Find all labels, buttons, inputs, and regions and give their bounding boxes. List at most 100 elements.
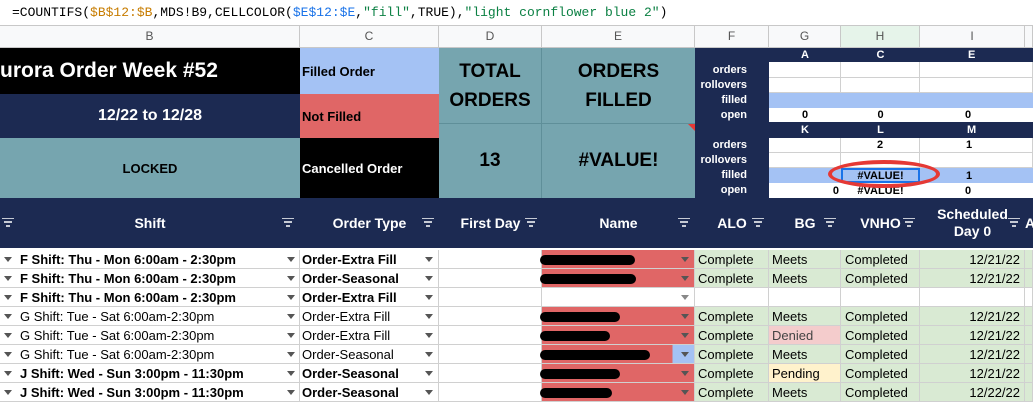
chevron-down-icon[interactable] <box>287 314 295 319</box>
column-header-b[interactable]: B <box>0 26 300 48</box>
chevron-down-icon[interactable] <box>4 390 12 395</box>
column-a-cell[interactable] <box>1025 288 1033 307</box>
bg-cell[interactable] <box>769 288 841 307</box>
alo-cell[interactable]: Complete <box>695 307 769 326</box>
summary-open-m[interactable]: 0 <box>920 183 1033 198</box>
chevron-down-icon[interactable] <box>425 333 433 338</box>
first-day-cell[interactable] <box>439 364 542 383</box>
alo-cell[interactable] <box>695 288 769 307</box>
filter-icon[interactable] <box>903 218 915 227</box>
chevron-down-icon[interactable] <box>287 333 295 338</box>
vnho-cell[interactable]: Completed <box>841 269 920 288</box>
column-a-cell[interactable] <box>1025 345 1033 364</box>
table-header-order-type[interactable]: Order Type <box>300 198 439 248</box>
shift-cell[interactable]: G Shift: Tue - Sat 6:00am-2:30pm <box>0 307 300 326</box>
filter-icon[interactable] <box>824 218 836 227</box>
chevron-down-icon[interactable] <box>287 257 295 262</box>
column-a-cell[interactable] <box>1025 250 1033 269</box>
chevron-down-icon[interactable] <box>425 276 433 281</box>
order-type-cell[interactable]: Order-Extra Fill <box>300 288 439 307</box>
chevron-down-icon[interactable] <box>681 352 689 357</box>
column-a-cell[interactable] <box>1025 326 1033 345</box>
vnho-cell[interactable]: Completed <box>841 326 920 345</box>
column-header-g[interactable]: G <box>769 26 841 48</box>
shift-cell[interactable]: J Shift: Wed - Sun 3:00pm - 11:30pm <box>0 364 300 383</box>
chevron-down-icon[interactable] <box>425 257 433 262</box>
vnho-cell[interactable]: Completed <box>841 250 920 269</box>
bg-cell[interactable]: Meets <box>769 383 841 402</box>
vnho-cell[interactable]: Completed <box>841 364 920 383</box>
table-header-shift[interactable]: Shift <box>0 198 300 248</box>
summary-orders-m[interactable]: 1 <box>920 138 1033 153</box>
chevron-down-icon[interactable] <box>681 333 689 338</box>
vnho-cell[interactable]: Completed <box>841 307 920 326</box>
shift-cell[interactable]: G Shift: Tue - Sat 6:00am-2:30pm <box>0 326 300 345</box>
column-header-i[interactable]: I <box>920 26 1025 48</box>
column-a-cell[interactable] <box>1025 269 1033 288</box>
alo-cell[interactable]: Complete <box>695 250 769 269</box>
summary-open-k[interactable]: 0 <box>769 183 841 198</box>
vnho-cell[interactable]: Completed <box>841 383 920 402</box>
column-header-f[interactable]: F <box>695 26 769 48</box>
chevron-down-icon[interactable] <box>4 352 12 357</box>
column-header-e[interactable]: E <box>542 26 695 48</box>
chevron-down-icon[interactable] <box>681 295 689 300</box>
shift-cell[interactable]: F Shift: Thu - Mon 6:00am - 2:30pm <box>0 269 300 288</box>
filter-icon[interactable] <box>2 218 14 227</box>
vnho-cell[interactable]: Completed <box>841 345 920 364</box>
bg-cell[interactable]: Pending <box>769 364 841 383</box>
chevron-down-icon[interactable] <box>287 295 295 300</box>
alo-cell[interactable]: Complete <box>695 269 769 288</box>
chevron-down-icon[interactable] <box>681 257 689 262</box>
chevron-down-icon[interactable] <box>4 333 12 338</box>
shift-cell[interactable]: F Shift: Thu - Mon 6:00am - 2:30pm <box>0 288 300 307</box>
bg-cell[interactable]: Meets <box>769 307 841 326</box>
chevron-down-icon[interactable] <box>425 352 433 357</box>
name-cell[interactable] <box>542 288 695 307</box>
scheduled-day0-cell[interactable] <box>920 288 1025 307</box>
chevron-down-icon[interactable] <box>425 314 433 319</box>
column-a-cell[interactable] <box>1025 364 1033 383</box>
filter-icon[interactable] <box>678 218 690 227</box>
scheduled-day0-cell[interactable]: 12/21/22 <box>920 269 1025 288</box>
chevron-down-icon[interactable] <box>4 257 12 262</box>
first-day-cell[interactable] <box>439 383 542 402</box>
alo-cell[interactable]: Complete <box>695 345 769 364</box>
filter-icon[interactable] <box>752 218 764 227</box>
column-header-d[interactable]: D <box>439 26 542 48</box>
orders-filled-value[interactable]: #VALUE! <box>542 124 695 198</box>
column-a-cell[interactable] <box>1025 383 1033 402</box>
first-day-cell[interactable] <box>439 269 542 288</box>
chevron-down-icon[interactable] <box>681 314 689 319</box>
first-day-cell[interactable] <box>439 288 542 307</box>
first-day-cell[interactable] <box>439 326 542 345</box>
chevron-down-icon[interactable] <box>287 352 295 357</box>
first-day-cell[interactable] <box>439 307 542 326</box>
order-type-cell[interactable]: Order-Seasonal <box>300 345 439 364</box>
scheduled-day0-cell[interactable]: 12/21/22 <box>920 307 1025 326</box>
alo-cell[interactable]: Complete <box>695 326 769 345</box>
filter-icon[interactable] <box>1008 218 1020 227</box>
first-day-cell[interactable] <box>439 250 542 269</box>
order-type-cell[interactable]: Order-Seasonal <box>300 269 439 288</box>
summary-open-e[interactable]: 0 <box>920 108 1033 122</box>
summary-orders-k[interactable] <box>769 138 841 153</box>
filter-icon[interactable] <box>525 218 537 227</box>
filter-icon[interactable] <box>422 218 434 227</box>
chevron-down-icon[interactable] <box>287 390 295 395</box>
summary-orders-l[interactable]: 2 <box>841 138 920 153</box>
chevron-down-icon[interactable] <box>4 371 12 376</box>
column-header-h[interactable]: H <box>841 26 920 48</box>
first-day-cell[interactable] <box>439 345 542 364</box>
column-header-c[interactable]: C <box>300 26 439 48</box>
summary-open-a[interactable]: 0 <box>769 108 841 122</box>
summary-open-c[interactable]: 0 <box>841 108 920 122</box>
chevron-down-icon[interactable] <box>425 390 433 395</box>
shift-cell[interactable]: F Shift: Thu - Mon 6:00am - 2:30pm <box>0 250 300 269</box>
chevron-down-icon[interactable] <box>681 371 689 376</box>
filter-icon[interactable] <box>282 218 294 227</box>
order-type-cell[interactable]: Order-Extra Fill <box>300 250 439 269</box>
chevron-down-icon[interactable] <box>4 276 12 281</box>
bg-cell[interactable]: Meets <box>769 250 841 269</box>
order-type-cell[interactable]: Order-Seasonal <box>300 383 439 402</box>
